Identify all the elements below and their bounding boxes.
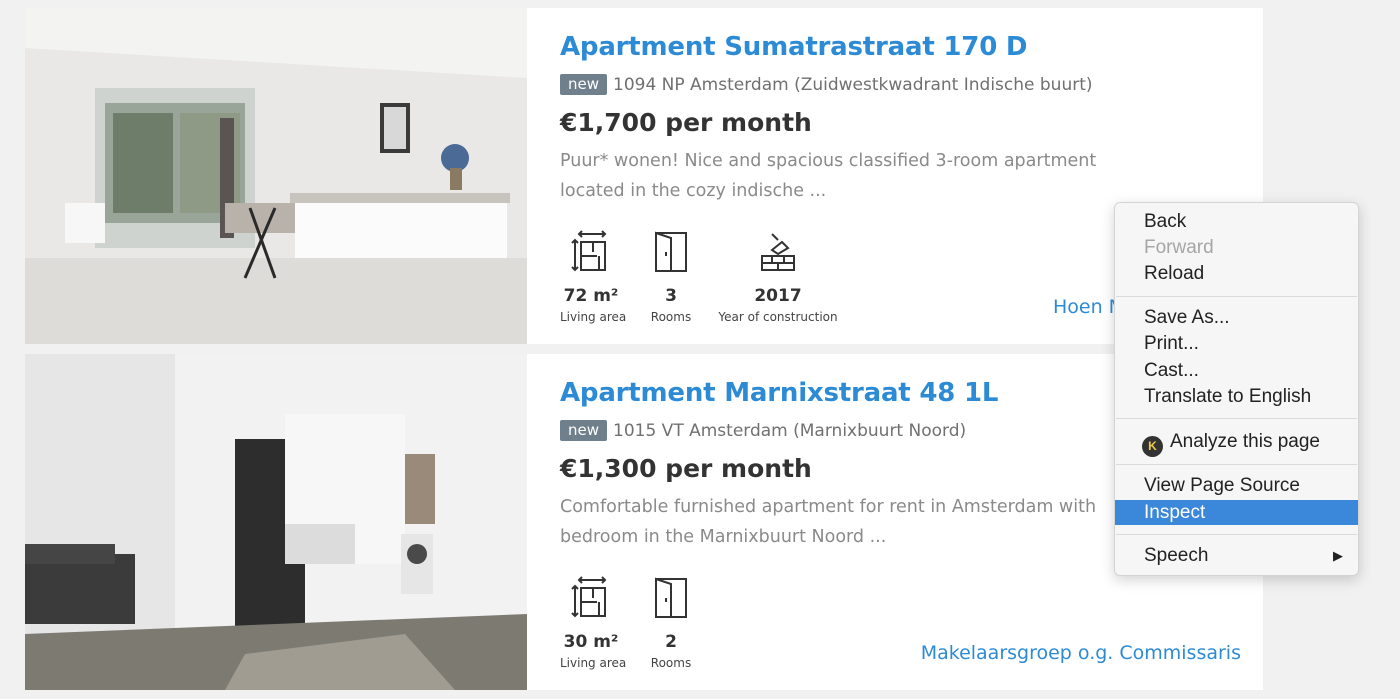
listing-description: Puur* wonen! Nice and spacious classifie… [560, 151, 1097, 201]
context-menu: Back Forward Reload Save As... Print... … [1114, 202, 1359, 576]
feature-year-built: 2017 Year of construction [718, 230, 838, 324]
listing-card[interactable]: Apartment Sumatrastraat 170 D new 1094 N… [25, 8, 1263, 344]
new-badge: new [560, 420, 608, 441]
listing-price: €1,700 per month [560, 108, 812, 137]
menu-item-reload[interactable]: Reload [1115, 261, 1358, 286]
apartment-interior-photo [25, 8, 527, 344]
feature-rooms: 3 Rooms [642, 230, 700, 324]
menu-item-view-source[interactable]: View Page Source [1115, 473, 1358, 498]
feature-living-area: 72 m² Living area [560, 230, 627, 324]
rooms-label: Rooms [650, 656, 692, 670]
menu-item-inspect[interactable]: Inspect [1115, 500, 1358, 525]
year-value: 2017 [754, 286, 802, 306]
living-area-value: 30 m² [563, 632, 619, 652]
listing-title[interactable]: Apartment Sumatrastraat 170 D [560, 32, 1028, 62]
menu-item-speech[interactable]: Speech ▶ [1115, 543, 1358, 568]
listing-description: Comfortable furnished apartment for rent… [560, 497, 1097, 547]
menu-item-forward: Forward [1144, 237, 1214, 258]
listing-photo[interactable] [25, 354, 527, 690]
living-area-label: Living area [560, 656, 627, 670]
listing-price: €1,300 per month [560, 454, 812, 483]
listing-card[interactable]: Apartment Marnixstraat 48 1L new 1015 VT… [25, 354, 1263, 690]
menu-item-back[interactable]: Back [1115, 209, 1358, 234]
year-label: Year of construction [718, 310, 838, 324]
living-area-label: Living area [560, 310, 627, 324]
listing-address: new 1094 NP Amsterdam (Zuidwestkwadrant … [560, 74, 1093, 95]
address-text: 1015 VT Amsterdam (Marnixbuurt Noord) [613, 420, 967, 441]
menu-separator [1116, 296, 1357, 297]
floor-plan-icon [571, 576, 607, 618]
menu-separator [1116, 464, 1357, 465]
apartment-interior-photo [25, 354, 527, 690]
analyze-extension-icon: K [1142, 436, 1163, 457]
menu-item-cast[interactable]: Cast... [1115, 358, 1358, 383]
new-badge: new [560, 74, 608, 95]
menu-item-analyze-label: Analyze this page [1170, 431, 1320, 452]
rooms-value: 3 [665, 286, 677, 306]
listing-address: new 1015 VT Amsterdam (Marnixbuurt Noord… [560, 420, 966, 441]
agent-link[interactable]: Makelaarsgroep o.g. Commissaris [921, 642, 1241, 664]
door-icon [655, 577, 687, 618]
menu-separator [1116, 418, 1357, 419]
menu-item-speech-label: Speech [1144, 545, 1209, 566]
floor-plan-icon [571, 230, 607, 272]
submenu-arrow-icon: ▶ [1333, 548, 1343, 563]
feature-rooms: 2 Rooms [642, 576, 700, 670]
rooms-value: 2 [665, 632, 677, 652]
menu-separator [1116, 534, 1357, 535]
menu-item-analyze[interactable]: K Analyze this page [1115, 429, 1358, 457]
address-text: 1094 NP Amsterdam (Zuidwestkwadrant Indi… [613, 74, 1093, 95]
listing-title[interactable]: Apartment Marnixstraat 48 1L [560, 378, 998, 408]
living-area-value: 72 m² [563, 286, 619, 306]
door-icon [655, 231, 687, 272]
listing-photo[interactable] [25, 8, 527, 344]
menu-item-print[interactable]: Print... [1115, 331, 1358, 356]
rooms-label: Rooms [650, 310, 692, 324]
menu-item-translate[interactable]: Translate to English [1115, 384, 1358, 409]
bricks-trowel-icon [761, 233, 795, 271]
menu-item-save-as[interactable]: Save As... [1115, 305, 1358, 330]
feature-living-area: 30 m² Living area [560, 576, 627, 670]
